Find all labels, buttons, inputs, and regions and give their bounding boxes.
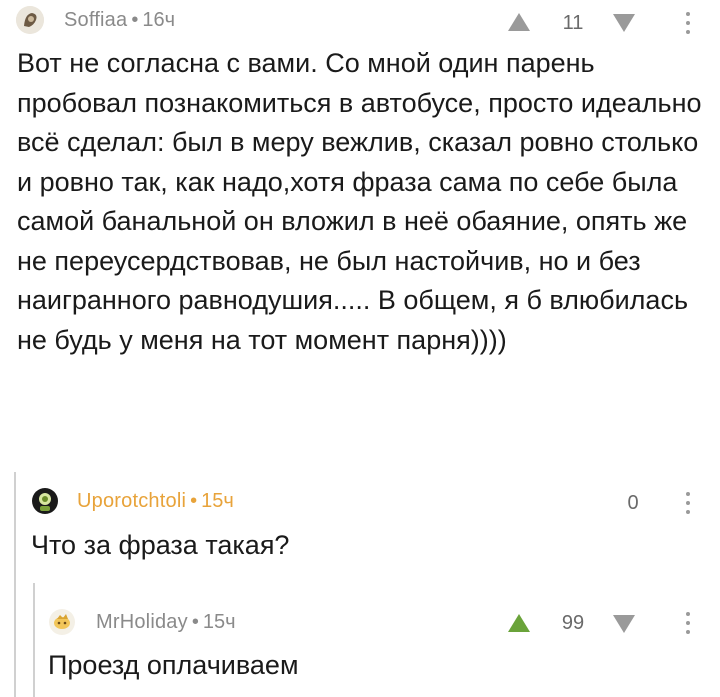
separator-dot: • bbox=[131, 8, 139, 31]
comment-time[interactable]: 15ч bbox=[201, 490, 234, 513]
comment-header: MrHoliday • 15ч bbox=[48, 608, 236, 636]
avatar[interactable] bbox=[31, 487, 59, 515]
separator-dot: • bbox=[190, 489, 198, 512]
avatar-image bbox=[16, 6, 44, 34]
author-name[interactable]: MrHoliday bbox=[96, 611, 188, 634]
comment-time[interactable]: 16ч bbox=[142, 9, 175, 32]
upvote-icon[interactable] bbox=[508, 13, 530, 31]
rating-count: 11 bbox=[562, 12, 584, 34]
more-options-icon[interactable] bbox=[685, 492, 691, 514]
avatar[interactable] bbox=[16, 6, 44, 34]
upvote-icon[interactable] bbox=[508, 614, 530, 632]
rating-count: 0 bbox=[627, 492, 639, 514]
comment-text: Проезд оплачиваем bbox=[48, 650, 299, 680]
comment-header: Uporotchtoli • 15ч bbox=[31, 487, 234, 515]
avatar-image bbox=[32, 488, 58, 514]
thread-line[interactable] bbox=[14, 472, 16, 697]
author-name[interactable]: Soffiaa bbox=[64, 9, 127, 32]
more-options-icon[interactable] bbox=[685, 612, 691, 634]
comment-text: Вот не согласна с вами. Со мной один пар… bbox=[17, 48, 702, 355]
comment-time[interactable]: 15ч bbox=[203, 611, 236, 634]
avatar[interactable] bbox=[48, 608, 76, 636]
thread-line-nested[interactable] bbox=[33, 583, 35, 697]
comment-text: Что за фраза такая? bbox=[31, 530, 290, 560]
more-options-icon[interactable] bbox=[685, 12, 691, 34]
downvote-icon[interactable] bbox=[613, 615, 635, 633]
rating-count: 99 bbox=[561, 612, 585, 634]
comment-header: Soffiaa • 16ч bbox=[16, 6, 175, 34]
separator-dot: • bbox=[191, 610, 199, 633]
avatar-image bbox=[49, 609, 75, 635]
downvote-icon[interactable] bbox=[613, 14, 635, 32]
author-name[interactable]: Uporotchtoli bbox=[77, 490, 186, 513]
